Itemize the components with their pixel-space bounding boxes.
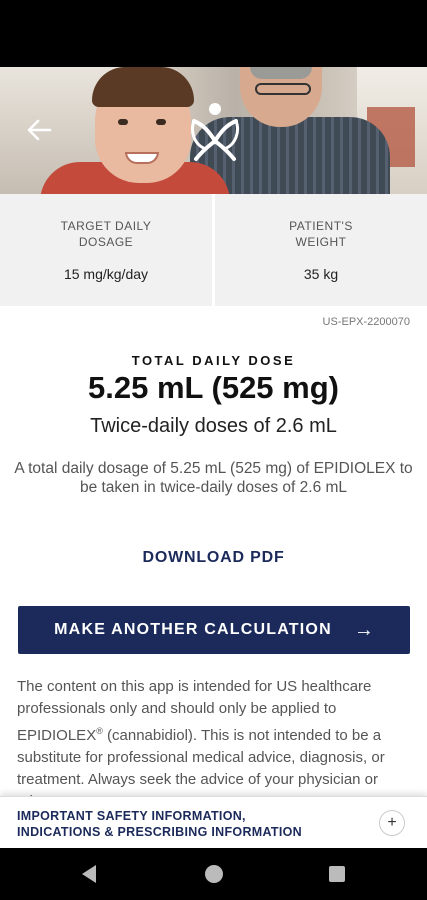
arrow-right-icon: → bbox=[353, 618, 374, 641]
twice-daily-dose: Twice-daily doses of 2.6 mL bbox=[90, 415, 337, 437]
patient-weight-label-line1: PATIENT'S bbox=[289, 219, 353, 233]
patient-weight-label-line2: WEIGHT bbox=[295, 235, 347, 249]
epidiolex-logo-icon bbox=[186, 101, 244, 161]
dosage-summary-cards: TARGET DAILY DOSAGE 15 mg/kg/day PATIENT… bbox=[0, 194, 427, 306]
disclaimer-text: The content on this app is intended for … bbox=[17, 676, 413, 796]
hero-man-hair bbox=[250, 67, 312, 79]
safety-information-label: IMPORTANT SAFETY INFORMATION, INDICATION… bbox=[17, 808, 357, 840]
target-dosage-value: 15 mg/kg/day bbox=[63, 266, 149, 282]
target-dosage-card: TARGET DAILY DOSAGE 15 mg/kg/day bbox=[0, 194, 212, 306]
patient-weight-label: PATIENT'S WEIGHT bbox=[289, 218, 353, 250]
patient-weight-card: PATIENT'S WEIGHT 35 kg bbox=[215, 194, 427, 306]
expand-plus-icon[interactable]: + bbox=[379, 810, 405, 836]
nav-back-icon[interactable] bbox=[82, 865, 96, 883]
hero-boy-hair bbox=[92, 67, 194, 107]
arrow-left-icon[interactable] bbox=[24, 115, 54, 145]
nav-recents-icon[interactable] bbox=[329, 866, 345, 882]
status-bar bbox=[0, 0, 427, 67]
result-panel: US-EPX-2200070 TOTAL DAILY DOSE 5.25 mL … bbox=[0, 306, 427, 796]
hero-man-glasses bbox=[255, 83, 311, 95]
hero-photo bbox=[0, 67, 427, 194]
registered-mark: ® bbox=[96, 726, 103, 736]
safety-information-bar[interactable]: IMPORTANT SAFETY INFORMATION, INDICATION… bbox=[0, 796, 427, 848]
make-another-calculation-button[interactable]: MAKE ANOTHER CALCULATION → bbox=[18, 606, 410, 654]
safety-information-line1: IMPORTANT SAFETY INFORMATION, bbox=[17, 809, 246, 823]
nav-home-icon[interactable] bbox=[205, 865, 223, 883]
target-dosage-label: TARGET DAILY DOSAGE bbox=[61, 218, 152, 250]
dose-description: A total daily dosage of 5.25 mL (525 mg)… bbox=[14, 460, 413, 496]
patient-weight-value: 35 kg bbox=[303, 266, 339, 282]
download-pdf-link[interactable]: DOWNLOAD PDF bbox=[0, 549, 427, 567]
total-daily-dose-label: TOTAL DAILY DOSE bbox=[131, 353, 296, 368]
make-another-calculation-label: MAKE ANOTHER CALCULATION bbox=[54, 621, 332, 638]
document-code: US-EPX-2200070 bbox=[322, 316, 410, 328]
safety-information-line2: INDICATIONS & PRESCRIBING INFORMATION bbox=[17, 825, 302, 839]
target-dosage-label-line1: TARGET DAILY bbox=[60, 219, 152, 233]
hero-boy-eye bbox=[156, 119, 166, 125]
hero-boy-eye bbox=[118, 119, 128, 125]
target-dosage-label-line2: DOSAGE bbox=[78, 235, 134, 249]
android-navigation-bar bbox=[0, 848, 427, 900]
total-daily-dose-value: 5.25 mL (525 mg) bbox=[88, 370, 339, 405]
